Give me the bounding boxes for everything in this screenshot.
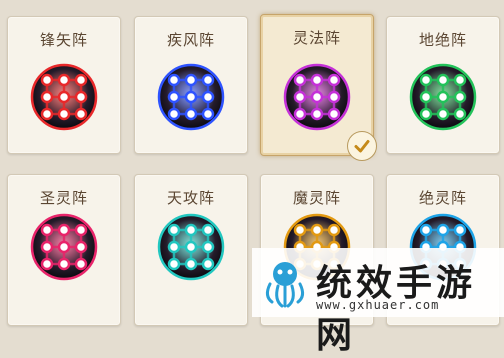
watermark-url: www.gxhuaer.com <box>316 298 440 312</box>
formation-card-1[interactable]: 锋矢阵 <box>7 16 121 154</box>
formation-name: 地绝阵 <box>418 31 467 49</box>
formation-name: 魔灵阵 <box>292 189 341 207</box>
formation-name: 疾风阵 <box>166 31 215 49</box>
formation-orb-icon <box>157 63 225 131</box>
formation-name: 圣灵阵 <box>39 189 88 207</box>
formation-card-2[interactable]: 疾风阵 <box>134 16 248 154</box>
checkmark-icon <box>347 131 377 161</box>
watermark-banner: 统效手游网 www.gxhuaer.com <box>252 248 504 356</box>
formation-orb-icon <box>283 63 351 131</box>
formation-card-4[interactable]: 地绝阵 <box>386 16 500 154</box>
formation-card-6[interactable]: 天攻阵 <box>134 174 248 326</box>
formation-card-5[interactable]: 圣灵阵 <box>7 174 121 326</box>
formation-card-3[interactable]: 灵法阵 <box>260 14 377 161</box>
formation-orb-icon <box>30 213 98 281</box>
formation-name: 锋矢阵 <box>39 31 88 49</box>
formation-name: 灵法阵 <box>292 29 341 47</box>
formation-orb-icon <box>30 63 98 131</box>
formation-name: 天攻阵 <box>166 189 215 207</box>
formation-orb-icon <box>157 213 225 281</box>
formation-orb-icon <box>409 63 477 131</box>
formation-name: 绝灵阵 <box>418 189 467 207</box>
octopus-logo-icon <box>265 262 305 308</box>
